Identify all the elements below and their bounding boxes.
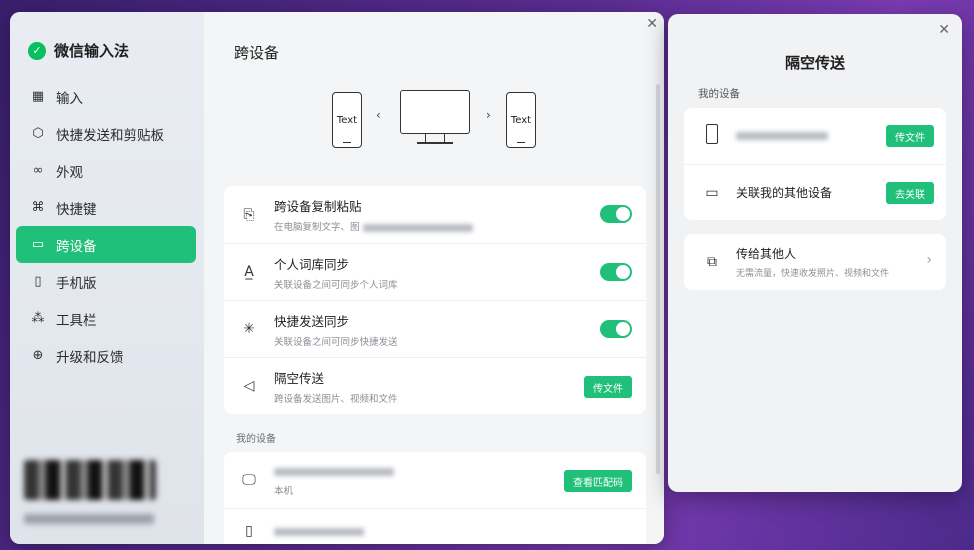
phone-icon: ▯	[34, 274, 42, 289]
phone-illustration: Text	[506, 92, 536, 148]
send-others-icon: ⧉	[707, 254, 717, 270]
send-file-button[interactable]: 传文件	[886, 125, 934, 147]
scrollbar[interactable]	[656, 84, 660, 474]
setting-row-copy-paste: ⎘ 跨设备复制粘贴 在电脑复制文字、图	[224, 186, 646, 243]
phone-icon: ▯	[245, 522, 253, 539]
settings-card: ⎘ 跨设备复制粘贴 在电脑复制文字、图 A̲ 个人词库同步 关联设备之间可同步个…	[224, 186, 646, 414]
sidebar-item-label: 快捷发送和剪贴板	[56, 127, 164, 144]
devices-icon: ▭	[31, 237, 45, 252]
sidebar-item-label: 升级和反馈	[56, 349, 124, 366]
send-others-row[interactable]: ⧉ 传给其他人 无需流量，快速收发照片、视频和文件 ›	[684, 234, 946, 290]
page-title: 跨设备	[234, 44, 280, 62]
setting-title: 跨设备复制粘贴	[274, 199, 362, 214]
sidebar-item-input[interactable]: ▦ 输入	[16, 78, 196, 115]
airdrop-title: 隔空传送	[784, 54, 845, 72]
sidebar-item-label: 外观	[56, 164, 83, 181]
send-file-button[interactable]: 传文件	[584, 376, 632, 398]
cube-icon: ⬡	[32, 126, 44, 141]
view-match-code-button[interactable]: 查看匹配码	[564, 470, 632, 492]
sidebar-item-label: 输入	[56, 90, 83, 107]
setting-row-dictionary: A̲ 个人词库同步 关联设备之间可同步个人词库	[224, 243, 646, 300]
toolbar-icon: ⁂	[31, 311, 45, 326]
chevron-left-icon: ‹	[376, 108, 381, 122]
device-name-blurred	[736, 132, 828, 140]
sync-icon: ✳	[243, 321, 255, 337]
brand: ✓ 微信输入法	[28, 40, 129, 61]
dictionary-sync-toggle[interactable]	[600, 263, 632, 281]
airdrop-device-row: 传文件	[684, 108, 946, 164]
sidebar-item-label: 工具栏	[56, 312, 97, 329]
monitor-stand	[425, 134, 445, 142]
setting-title: 个人词库同步	[274, 256, 350, 272]
sidebar-item-mobile[interactable]: ▯ 手机版	[16, 263, 196, 300]
send-others-title: 传给其他人	[736, 247, 797, 261]
setting-row-airdrop: ◁ 隔空传送 跨设备发送图片、视频和文件 传文件	[224, 357, 646, 414]
monitor-illustration	[400, 90, 470, 134]
send-others-card[interactable]: ⧉ 传给其他人 无需流量，快速收发照片、视频和文件 ›	[684, 234, 946, 290]
send-others-desc: 无需流量，快速收发照片、视频和文件	[736, 269, 890, 279]
device-name-blurred	[274, 468, 394, 476]
app-name: 微信输入法	[54, 42, 130, 60]
my-devices-label: 我的设备	[698, 88, 740, 100]
phone-illustration: Text	[332, 92, 362, 148]
setting-row-quick-send: ✳ 快捷发送同步 关联设备之间可同步快捷发送	[224, 300, 646, 357]
sidebar-item-toolbar[interactable]: ⁂ 工具栏	[16, 300, 196, 337]
cross-device-illustration: Text ‹ › Text	[204, 82, 664, 162]
link-device-button[interactable]: 去关联	[886, 182, 934, 204]
sidebar-nav: ▦ 输入 ⬡ 快捷发送和剪贴板 ∞ 外观 ⌘ 快捷键 ▭ 跨设备 ▯ 手机版 ⁂ 工具栏 ⊕ 升…	[16, 78, 196, 374]
appearance-icon: ∞	[32, 163, 44, 178]
settings-window: ✓ 微信输入法 ▦ 输入 ⬡ 快捷发送和剪贴板 ∞ 外观 ⌘ 快捷键 ▭ 跨设备 ▯ 手机版…	[10, 12, 664, 544]
airdrop-devices-card: 传文件 ▭ 关联我的其他设备 去关联	[684, 108, 946, 220]
phone-icon	[702, 124, 722, 148]
setting-desc: 关联设备之间可同步快捷发送	[274, 336, 398, 348]
keyboard-icon: ▦	[31, 89, 45, 104]
close-icon[interactable]: ✕	[646, 16, 658, 32]
link-other-label: 关联我的其他设备	[736, 186, 833, 200]
illustration-right-text: Text	[510, 114, 532, 126]
sidebar-item-cross-device[interactable]: ▭ 跨设备	[16, 226, 196, 263]
wechat-input-logo-icon: ✓	[28, 41, 46, 60]
my-devices-label: 我的设备	[236, 434, 276, 445]
close-icon[interactable]: ✕	[938, 22, 950, 38]
sidebar-item-label: 快捷键	[56, 201, 97, 218]
sidebar-item-shortcuts[interactable]: ⌘ 快捷键	[16, 189, 196, 226]
sidebar-item-appearance[interactable]: ∞ 外观	[16, 152, 196, 189]
command-icon: ⌘	[31, 200, 45, 215]
monitor-base	[417, 142, 453, 144]
clipboard-icon: ⎘	[243, 206, 255, 223]
blurred-text	[362, 223, 473, 232]
sidebar: ✓ 微信输入法 ▦ 输入 ⬡ 快捷发送和剪贴板 ∞ 外观 ⌘ 快捷键 ▭ 跨设备 ▯ 手机版…	[10, 12, 204, 544]
setting-title: 快捷发送同步	[274, 313, 350, 329]
sidebar-item-quick-send[interactable]: ⬡ 快捷发送和剪贴板	[16, 115, 196, 152]
airdrop-window: ✕ 隔空传送 我的设备 传文件 ▭ 关联我的其他设备 去关联 ⧉ 传给其他人 无…	[668, 14, 962, 492]
sidebar-item-feedback[interactable]: ⊕ 升级和反馈	[16, 337, 196, 374]
setting-desc: 关联设备之间可同步个人词库	[274, 279, 398, 291]
device-row: ▯	[224, 508, 646, 544]
devices-card: 🖵 本机 查看匹配码 ▯	[224, 452, 646, 544]
copy-paste-toggle[interactable]	[600, 205, 632, 223]
sidebar-item-label: 跨设备	[56, 238, 97, 255]
quick-send-sync-toggle[interactable]	[600, 320, 632, 338]
dictionary-icon: A̲	[244, 264, 254, 280]
chevron-right-icon: ›	[486, 108, 491, 122]
device-name-blurred	[274, 527, 364, 536]
send-icon: ◁	[243, 378, 255, 394]
upgrade-icon: ⊕	[32, 348, 44, 363]
account-info	[24, 514, 154, 524]
content-panel: ✕ 跨设备 Text ‹ › Text ⎘ 跨设备复制粘贴 在电脑复制文字、图 …	[204, 12, 664, 544]
setting-desc: 在电脑复制文字、图	[274, 222, 360, 233]
account-area[interactable]	[24, 460, 156, 524]
illustration-left-text: Text	[336, 114, 358, 126]
chevron-right-icon: ›	[926, 252, 932, 268]
link-other-device-row: ▭ 关联我的其他设备 去关联	[684, 164, 946, 220]
devices-icon: ▭	[705, 184, 719, 201]
sidebar-item-label: 手机版	[56, 275, 97, 292]
monitor-icon: 🖵	[242, 472, 256, 488]
device-row: 🖵 本机 查看匹配码	[224, 452, 646, 508]
avatar	[24, 460, 156, 500]
